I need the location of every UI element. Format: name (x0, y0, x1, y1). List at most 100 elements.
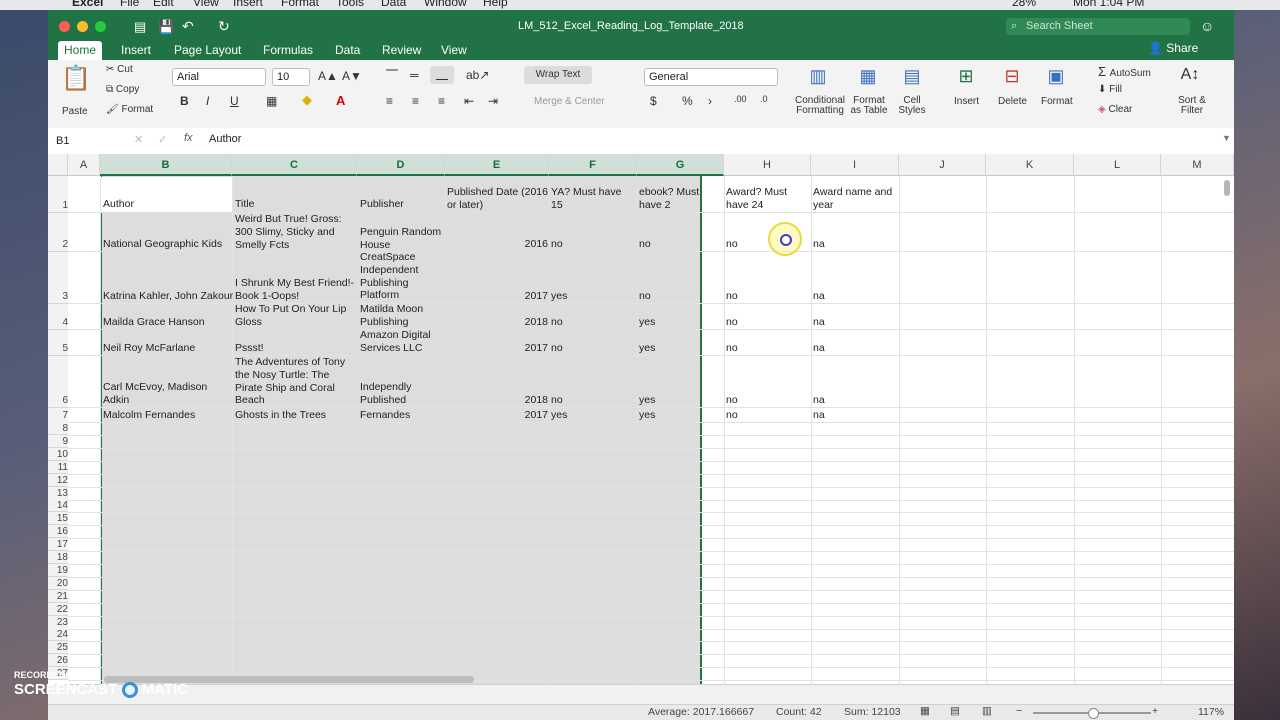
cell-g6[interactable]: yes (639, 394, 723, 407)
autosum-button[interactable]: Σ AutoSum (1098, 64, 1151, 79)
cell-c2[interactable]: Weird But True! Gross: 300 Slimy, Sticky… (235, 213, 355, 251)
currency-button[interactable]: $ (650, 94, 657, 108)
enter-icon[interactable]: ✓ (158, 133, 167, 146)
row-header[interactable]: 17 (48, 538, 68, 551)
cell-d5[interactable]: Amazon Digital Services LLC (360, 329, 444, 355)
menu-insert[interactable]: Insert (233, 0, 263, 9)
row-header[interactable]: 7 (48, 408, 68, 423)
align-top-icon[interactable]: ⎺ (386, 68, 398, 83)
delete-cells-icon[interactable]: ⊟ (994, 66, 1030, 87)
cell-b6[interactable]: Carl McEvoy, Madison Adkin (103, 381, 231, 407)
cell-d4[interactable]: Matilda Moon Publishing (360, 303, 444, 329)
save-icon[interactable]: 💾 (158, 19, 174, 35)
fill-color-icon[interactable]: ◆ (302, 92, 312, 108)
bold-button[interactable]: B (180, 94, 189, 108)
cell-b1[interactable]: Author (103, 198, 231, 211)
cell-i7[interactable]: na (813, 409, 897, 422)
cell-f4[interactable]: no (551, 316, 635, 329)
zoom-window-button[interactable] (95, 21, 106, 32)
clear-button[interactable]: ◈ Clear (1098, 104, 1132, 115)
conditional-formatting-icon[interactable]: ▥ (796, 66, 840, 87)
cell-d1[interactable]: Publisher (360, 198, 444, 211)
align-center-icon[interactable]: ≡ (412, 94, 419, 108)
row-header[interactable]: 19 (48, 564, 68, 577)
page-break-view-icon[interactable]: ▥ (982, 705, 992, 717)
insert-cells-button[interactable]: Insert (954, 96, 979, 107)
row-header[interactable]: 10 (48, 448, 68, 461)
row-header[interactable]: 24 (48, 628, 68, 641)
normal-view-icon[interactable]: ▦ (920, 705, 930, 717)
cell-i3[interactable]: na (813, 290, 897, 303)
cell-g7[interactable]: yes (639, 409, 723, 422)
paste-label[interactable]: Paste (62, 106, 88, 117)
cell-e3[interactable]: 2017 (447, 290, 548, 303)
cell-i4[interactable]: na (813, 316, 897, 329)
cell-f1[interactable]: YA? Must have 15 (551, 186, 635, 212)
column-header-j[interactable]: J (899, 154, 986, 176)
cell-c4[interactable]: How To Put On Your Lip Gloss (235, 303, 355, 329)
row-header[interactable]: 4 (48, 304, 68, 330)
cell-c1[interactable]: Title (235, 198, 355, 211)
cell-i2[interactable]: na (813, 238, 897, 251)
select-all-corner[interactable] (48, 154, 68, 176)
menu-help[interactable]: Help (483, 0, 508, 9)
tab-formulas[interactable]: Formulas (257, 41, 319, 60)
cell-h3[interactable]: no (726, 290, 810, 303)
conditional-formatting-button[interactable]: Conditional Formatting (794, 96, 846, 116)
row-header[interactable]: 2 (48, 213, 68, 252)
tab-insert[interactable]: Insert (115, 41, 157, 60)
tab-data[interactable]: Data (329, 41, 366, 60)
decrease-indent-icon[interactable]: ⇤ (464, 94, 474, 108)
cell-h7[interactable]: no (726, 409, 810, 422)
merge-center-button[interactable]: Merge & Center (534, 96, 605, 107)
cell-f5[interactable]: no (551, 342, 635, 355)
row-header[interactable]: 26 (48, 654, 68, 667)
zoom-slider-handle[interactable] (1088, 708, 1099, 719)
align-middle-icon[interactable]: ═ (410, 68, 419, 82)
minimize-window-button[interactable] (77, 21, 88, 32)
cell-e4[interactable]: 2018 (447, 316, 548, 329)
cell-h1[interactable]: Award? Must have 24 (726, 186, 810, 212)
cell-d2[interactable]: Penguin Random House (360, 226, 444, 252)
cell-b2[interactable]: National Geographic Kids (103, 238, 231, 251)
redo-icon[interactable]: ↻ (218, 18, 230, 35)
column-header-g[interactable]: G (637, 154, 724, 176)
cell-c6[interactable]: The Adventures of Tony the Nosy Turtle: … (235, 356, 355, 407)
format-as-table-icon[interactable]: ▦ (848, 66, 888, 87)
cell-styles-button[interactable]: Cell Styles (894, 96, 930, 116)
zoom-in-icon[interactable]: + (1152, 705, 1158, 717)
cell-h6[interactable]: no (726, 394, 810, 407)
cell-g1[interactable]: ebook? Must have 2 (639, 186, 723, 212)
percent-button[interactable]: % (682, 94, 693, 108)
cell-f6[interactable]: no (551, 394, 635, 407)
menu-tools[interactable]: Tools (336, 0, 364, 9)
row-header[interactable]: 12 (48, 474, 68, 487)
tab-home[interactable]: Home (58, 41, 103, 60)
row-header[interactable]: 3 (48, 252, 68, 304)
column-header-l[interactable]: L (1074, 154, 1161, 176)
row-header[interactable]: 21 (48, 590, 68, 603)
cell-c3[interactable]: I Shrunk My Best Friend!- Book 1-Oops! (235, 277, 355, 303)
insert-cells-icon[interactable]: ⊞ (948, 66, 984, 87)
cell-b7[interactable]: Malcolm Fernandes (103, 409, 231, 422)
row-header[interactable]: 9 (48, 435, 68, 448)
align-right-icon[interactable]: ≡ (438, 94, 445, 108)
paste-icon[interactable]: 📋 (58, 64, 94, 98)
menu-edit[interactable]: Edit (153, 0, 174, 9)
cell-e6[interactable]: 2018 (447, 394, 548, 407)
font-name-select[interactable]: Arial (172, 68, 266, 86)
row-header[interactable]: 15 (48, 512, 68, 525)
increase-indent-icon[interactable]: ⇥ (488, 94, 498, 108)
cell-i1[interactable]: Award name and year (813, 186, 897, 212)
menu-view[interactable]: View (193, 0, 219, 9)
row-header[interactable]: 8 (48, 422, 68, 435)
cell-i5[interactable]: na (813, 342, 897, 355)
underline-button[interactable]: U (230, 94, 239, 108)
worksheet-grid[interactable]: A B C D E F G H I J K L M 1 2 3 4 5 6 7 … (48, 154, 1234, 684)
column-header-e[interactable]: E (445, 154, 549, 176)
row-header[interactable]: 20 (48, 577, 68, 590)
row-header[interactable]: 11 (48, 461, 68, 474)
cell-e1[interactable]: Published Date (2016 or later) (447, 186, 549, 212)
cell-styles-icon[interactable]: ▤ (894, 66, 930, 87)
row-header[interactable]: 5 (48, 330, 68, 356)
